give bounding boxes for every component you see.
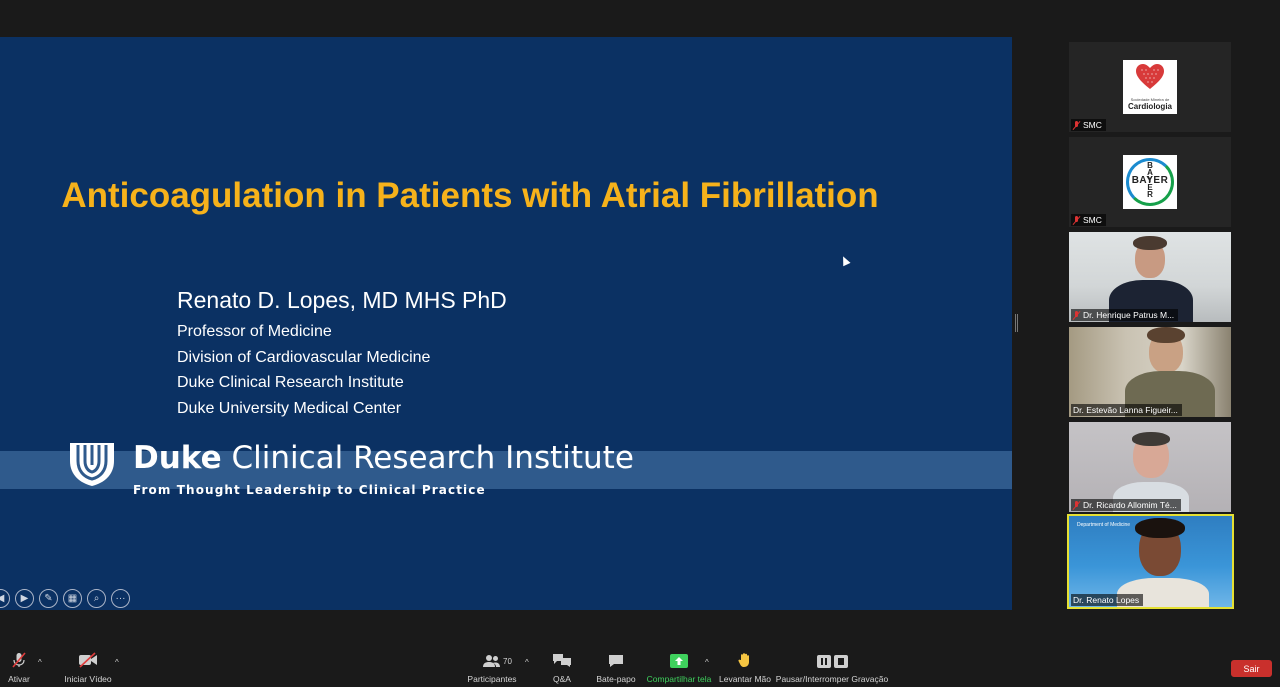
duke-shield-icon (70, 443, 114, 486)
leave-button[interactable]: Sair (1231, 660, 1272, 677)
participant-name-tag: Dr. Renato Lopes (1071, 594, 1144, 606)
mic-muted-icon (1073, 500, 1080, 510)
video-options-caret[interactable]: ^ (115, 658, 119, 667)
brand-name: Duke Clinical Research Institute (133, 440, 634, 476)
share-options-caret[interactable]: ^ (705, 658, 709, 667)
share-screen-icon (670, 650, 688, 670)
raise-hand-icon (738, 650, 752, 670)
mic-muted-icon (1073, 215, 1080, 225)
smc-logo: Sociedade Mineira de Cardiologia (1123, 60, 1177, 114)
brand-tagline: From Thought Leadership to Clinical Prac… (133, 483, 486, 497)
participant-name-tag: SMC (1071, 119, 1106, 131)
presenter-title: Professor of Medicine (177, 323, 332, 340)
participant-tile-henrique[interactable]: Dr. Henrique Patrus M... (1069, 232, 1231, 322)
participant-tile-renato-active[interactable]: Department of Medicine Dr. Renato Lopes (1067, 514, 1234, 609)
chat-icon (608, 650, 624, 670)
chat-button[interactable]: Bate-papo (594, 650, 638, 687)
participants-options-caret[interactable]: ^ (525, 658, 529, 667)
pen-icon[interactable]: ✎ (39, 589, 58, 608)
slide-controls: ◀ ▶ ✎ ▦ ⌕ ··· (0, 589, 130, 609)
next-icon[interactable]: ▶ (15, 589, 34, 608)
shared-slide: Anticoagulation in Patients with Atrial … (0, 37, 1012, 610)
heart-icon (1136, 64, 1164, 89)
participant-name-tag: Dr. Henrique Patrus M... (1071, 309, 1179, 321)
presenter-center: Duke University Medical Center (177, 400, 402, 417)
participants-icon (483, 650, 501, 670)
participant-name-tag: Dr. Estevão Lanna Figueir... (1071, 404, 1182, 416)
logo-title: Cardiologia (1127, 102, 1172, 111)
bayer-logo: BAYER BAYER (1123, 155, 1177, 209)
slides-icon[interactable]: ▦ (63, 589, 82, 608)
qa-button[interactable]: Q&A (548, 650, 576, 687)
prev-icon[interactable]: ◀ (0, 589, 10, 608)
participant-name-tag: Dr. Ricardo Allomim Té... (1071, 499, 1181, 511)
mic-muted-icon (1073, 310, 1080, 320)
participant-name-tag: SMC (1071, 214, 1106, 226)
share-screen-button[interactable]: Compartilhar tela (646, 650, 712, 687)
participant-tile-smc-2[interactable]: BAYER BAYER SMC (1069, 137, 1231, 227)
recording-controls-button[interactable]: Pausar/Interromper Gravação (776, 650, 888, 687)
audio-options-caret[interactable]: ^ (38, 658, 42, 667)
panel-splitter[interactable] (1015, 314, 1018, 332)
participant-tile-smc-1[interactable]: Sociedade Mineira de Cardiologia SMC (1069, 42, 1231, 132)
start-video-button[interactable]: Iniciar Vídeo (62, 650, 114, 687)
participant-tile-ricardo[interactable]: Dr. Ricardo Allomim Té... (1069, 422, 1231, 512)
presenter-institute: Duke Clinical Research Institute (177, 374, 404, 391)
pause-stop-icon (816, 650, 848, 670)
participant-tile-estevao[interactable]: Dr. Estevão Lanna Figueir... (1069, 327, 1231, 417)
slide-title: Anticoagulation in Patients with Atrial … (61, 176, 879, 215)
meeting-toolbar: Ativar ^ Iniciar Vídeo ^ Participantes 7… (0, 650, 1280, 687)
qa-icon (552, 650, 572, 670)
video-off-icon (78, 650, 98, 670)
participant-count: 70 (503, 657, 512, 666)
zoom-meeting-window: Anticoagulation in Patients with Atrial … (0, 0, 1280, 687)
dept-label: Department of Medicine (1077, 522, 1131, 528)
presenter-division: Division of Cardiovascular Medicine (177, 349, 431, 366)
zoom-icon[interactable]: ⌕ (87, 589, 106, 608)
unmute-button[interactable]: Ativar (4, 650, 34, 687)
participants-button[interactable]: Participantes (466, 650, 518, 687)
raise-hand-button[interactable]: Levantar Mão (718, 650, 772, 687)
mic-muted-icon (1073, 120, 1080, 130)
presenter-name: Renato D. Lopes, MD MHS PhD (177, 287, 507, 313)
more-icon[interactable]: ··· (111, 589, 130, 608)
mic-muted-icon (11, 650, 27, 670)
